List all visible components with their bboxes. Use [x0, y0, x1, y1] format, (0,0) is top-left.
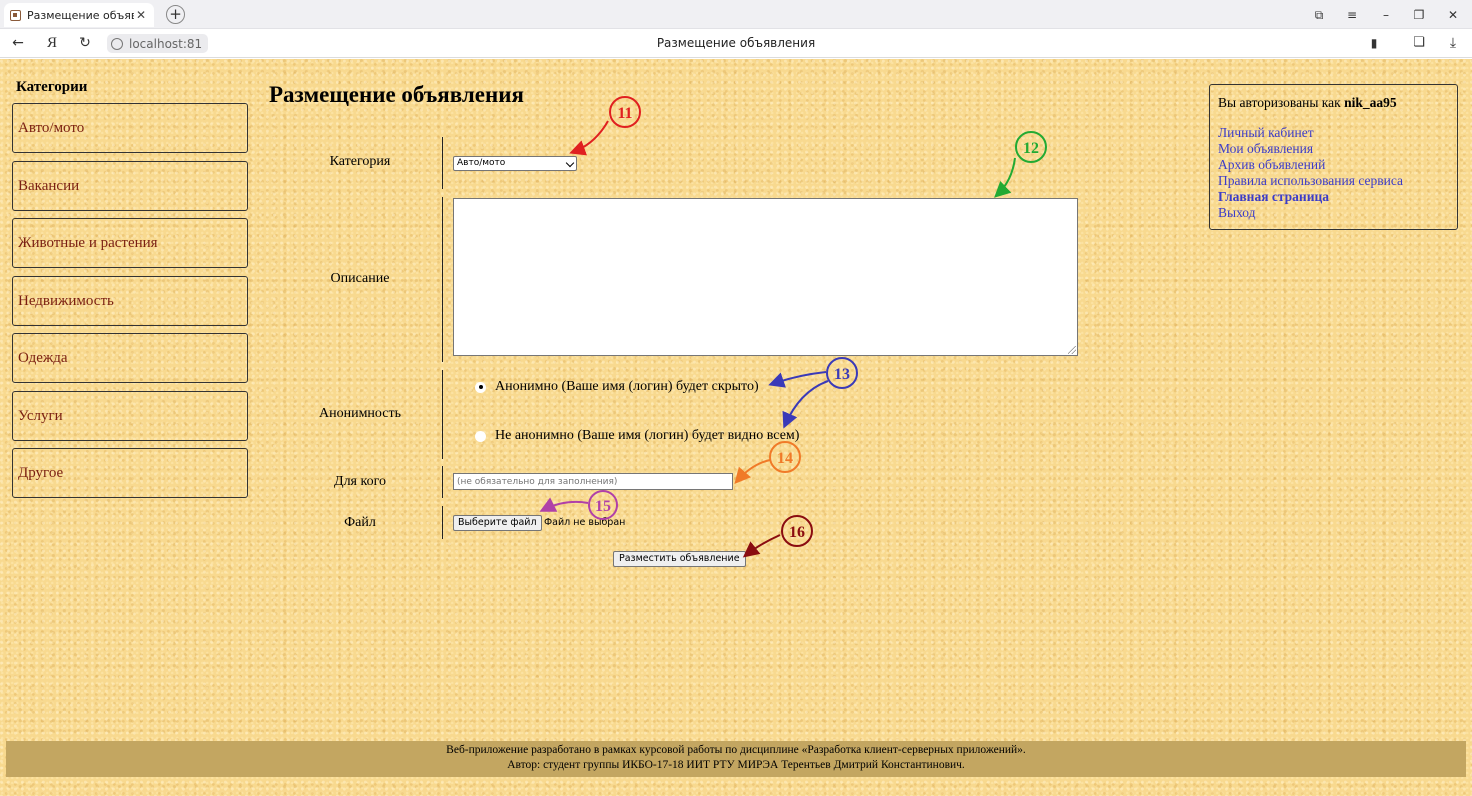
link-home-page[interactable]: Главная страница: [1218, 189, 1449, 205]
page-footer: Веб-приложение разработано в рамках курс…: [6, 741, 1466, 777]
form-divider: [442, 370, 443, 459]
annotation-11-label: 11: [617, 105, 632, 122]
form-divider: [442, 506, 443, 539]
page-title: Размещение объявления: [269, 82, 524, 107]
username: nik_aa95: [1344, 95, 1397, 110]
annotation-16: 16: [742, 515, 813, 558]
user-panel: Вы авторизованы как nik_aa95 Личный каби…: [1209, 84, 1458, 230]
browser-tab-bar: Размещение объявлени ✕ + ⧉ ≡ – ❐ ✕: [0, 0, 1472, 29]
anonymous-radio-label: Анонимно (Ваше имя (логин) будет скрыто): [495, 379, 759, 394]
link-service-rules[interactable]: Правила использования сервиса: [1218, 173, 1449, 189]
categories-heading: Категории: [16, 79, 88, 95]
footer-line-1: Веб-приложение разработано в рамках курс…: [446, 744, 1026, 756]
tab-close-icon[interactable]: ✕: [134, 8, 148, 22]
annotation-14: 14: [734, 441, 801, 484]
form-divider: [442, 466, 443, 498]
bookmark-icon[interactable]: ▮: [1364, 33, 1384, 53]
annotation-11: 11: [569, 96, 641, 156]
minimize-icon[interactable]: –: [1375, 5, 1397, 25]
annotation-12: 12: [994, 131, 1047, 198]
footer-line-2: Автор: студент группы ИКБО-17-18 ИИТ РТУ…: [507, 759, 965, 771]
category-label: Категория: [329, 154, 391, 169]
tab-title: Размещение объявлени: [27, 8, 134, 22]
globe-icon: [111, 37, 123, 50]
radio-checked-icon[interactable]: [475, 381, 486, 393]
link-ads-archive[interactable]: Архив объявлений: [1218, 157, 1449, 173]
public-radio-option[interactable]: Не анонимно (Ваше имя (логин) будет видн…: [475, 428, 799, 444]
public-radio-label: Не анонимно (Ваше имя (логин) будет видн…: [495, 428, 800, 443]
menu-icon[interactable]: ≡: [1341, 5, 1363, 25]
for-whom-input[interactable]: [453, 473, 733, 490]
yandex-logo-icon[interactable]: Я: [42, 33, 62, 53]
category-item[interactable]: Одежда: [12, 333, 248, 383]
page-content: Категории Авто/мото Вакансии Животные и …: [0, 59, 1472, 796]
tabs-overview-icon[interactable]: ⧉: [1308, 5, 1330, 25]
category-item[interactable]: Услуги: [12, 391, 248, 441]
category-item[interactable]: Авто/мото: [12, 103, 248, 153]
url-text: localhost:81: [129, 36, 203, 51]
browser-tab[interactable]: Размещение объявлени ✕: [4, 3, 154, 27]
resize-grip-icon[interactable]: [1068, 346, 1076, 354]
for-whom-label: Для кого: [334, 474, 386, 489]
choose-file-button[interactable]: Выберите файл: [453, 515, 542, 531]
annotation-14-label: 14: [777, 450, 793, 467]
form-divider: [442, 137, 443, 189]
link-logout[interactable]: Выход: [1218, 205, 1449, 221]
file-label: Файл: [344, 515, 376, 530]
restore-icon[interactable]: ❐: [1408, 5, 1430, 25]
category-select-value: Авто/мото: [457, 158, 506, 168]
description-label: Описание: [330, 271, 390, 286]
new-tab-button[interactable]: +: [166, 5, 185, 24]
annotation-13: 13: [768, 357, 858, 429]
page-title-center: Размещение объявления: [656, 36, 816, 50]
anonymous-radio-option[interactable]: Анонимно (Ваше имя (логин) будет скрыто): [475, 379, 759, 395]
download-icon[interactable]: ⤓: [1443, 33, 1463, 53]
annotation-16-label: 16: [789, 524, 805, 541]
submit-ad-button[interactable]: Разместить объявление: [613, 551, 746, 567]
chevron-down-icon: [565, 158, 575, 168]
annotation-15: 15: [539, 490, 618, 520]
file-status-text: Файл не выбран: [544, 517, 626, 528]
close-window-icon[interactable]: ✕: [1442, 5, 1464, 25]
back-arrow-icon[interactable]: ←: [8, 33, 28, 53]
reload-icon[interactable]: ↻: [75, 33, 95, 53]
annotation-13-label: 13: [834, 366, 850, 383]
category-item[interactable]: Вакансии: [12, 161, 248, 211]
description-textarea[interactable]: [453, 198, 1078, 356]
category-select[interactable]: Авто/мото: [453, 156, 577, 171]
category-item[interactable]: Животные и растения: [12, 218, 248, 268]
url-field[interactable]: localhost:81: [107, 34, 209, 53]
collections-icon[interactable]: ❏: [1409, 33, 1429, 53]
annotation-12-label: 12: [1023, 140, 1039, 157]
anonymity-label: Анонимность: [318, 406, 401, 421]
link-personal-cabinet[interactable]: Личный кабинет: [1218, 125, 1449, 141]
site-favicon-icon: [10, 9, 21, 21]
category-item[interactable]: Другое: [12, 448, 248, 498]
auth-status: Вы авторизованы как nik_aa95: [1218, 95, 1449, 111]
category-item[interactable]: Недвижимость: [12, 276, 248, 326]
annotation-15-label: 15: [595, 498, 611, 515]
link-my-ads[interactable]: Мои объявления: [1218, 141, 1449, 157]
form-divider: [442, 197, 443, 362]
address-bar: ← Я ↻ localhost:81 Размещение объявления…: [0, 29, 1472, 58]
radio-unchecked-icon[interactable]: [475, 430, 486, 442]
auth-prefix: Вы авторизованы как: [1218, 95, 1341, 110]
